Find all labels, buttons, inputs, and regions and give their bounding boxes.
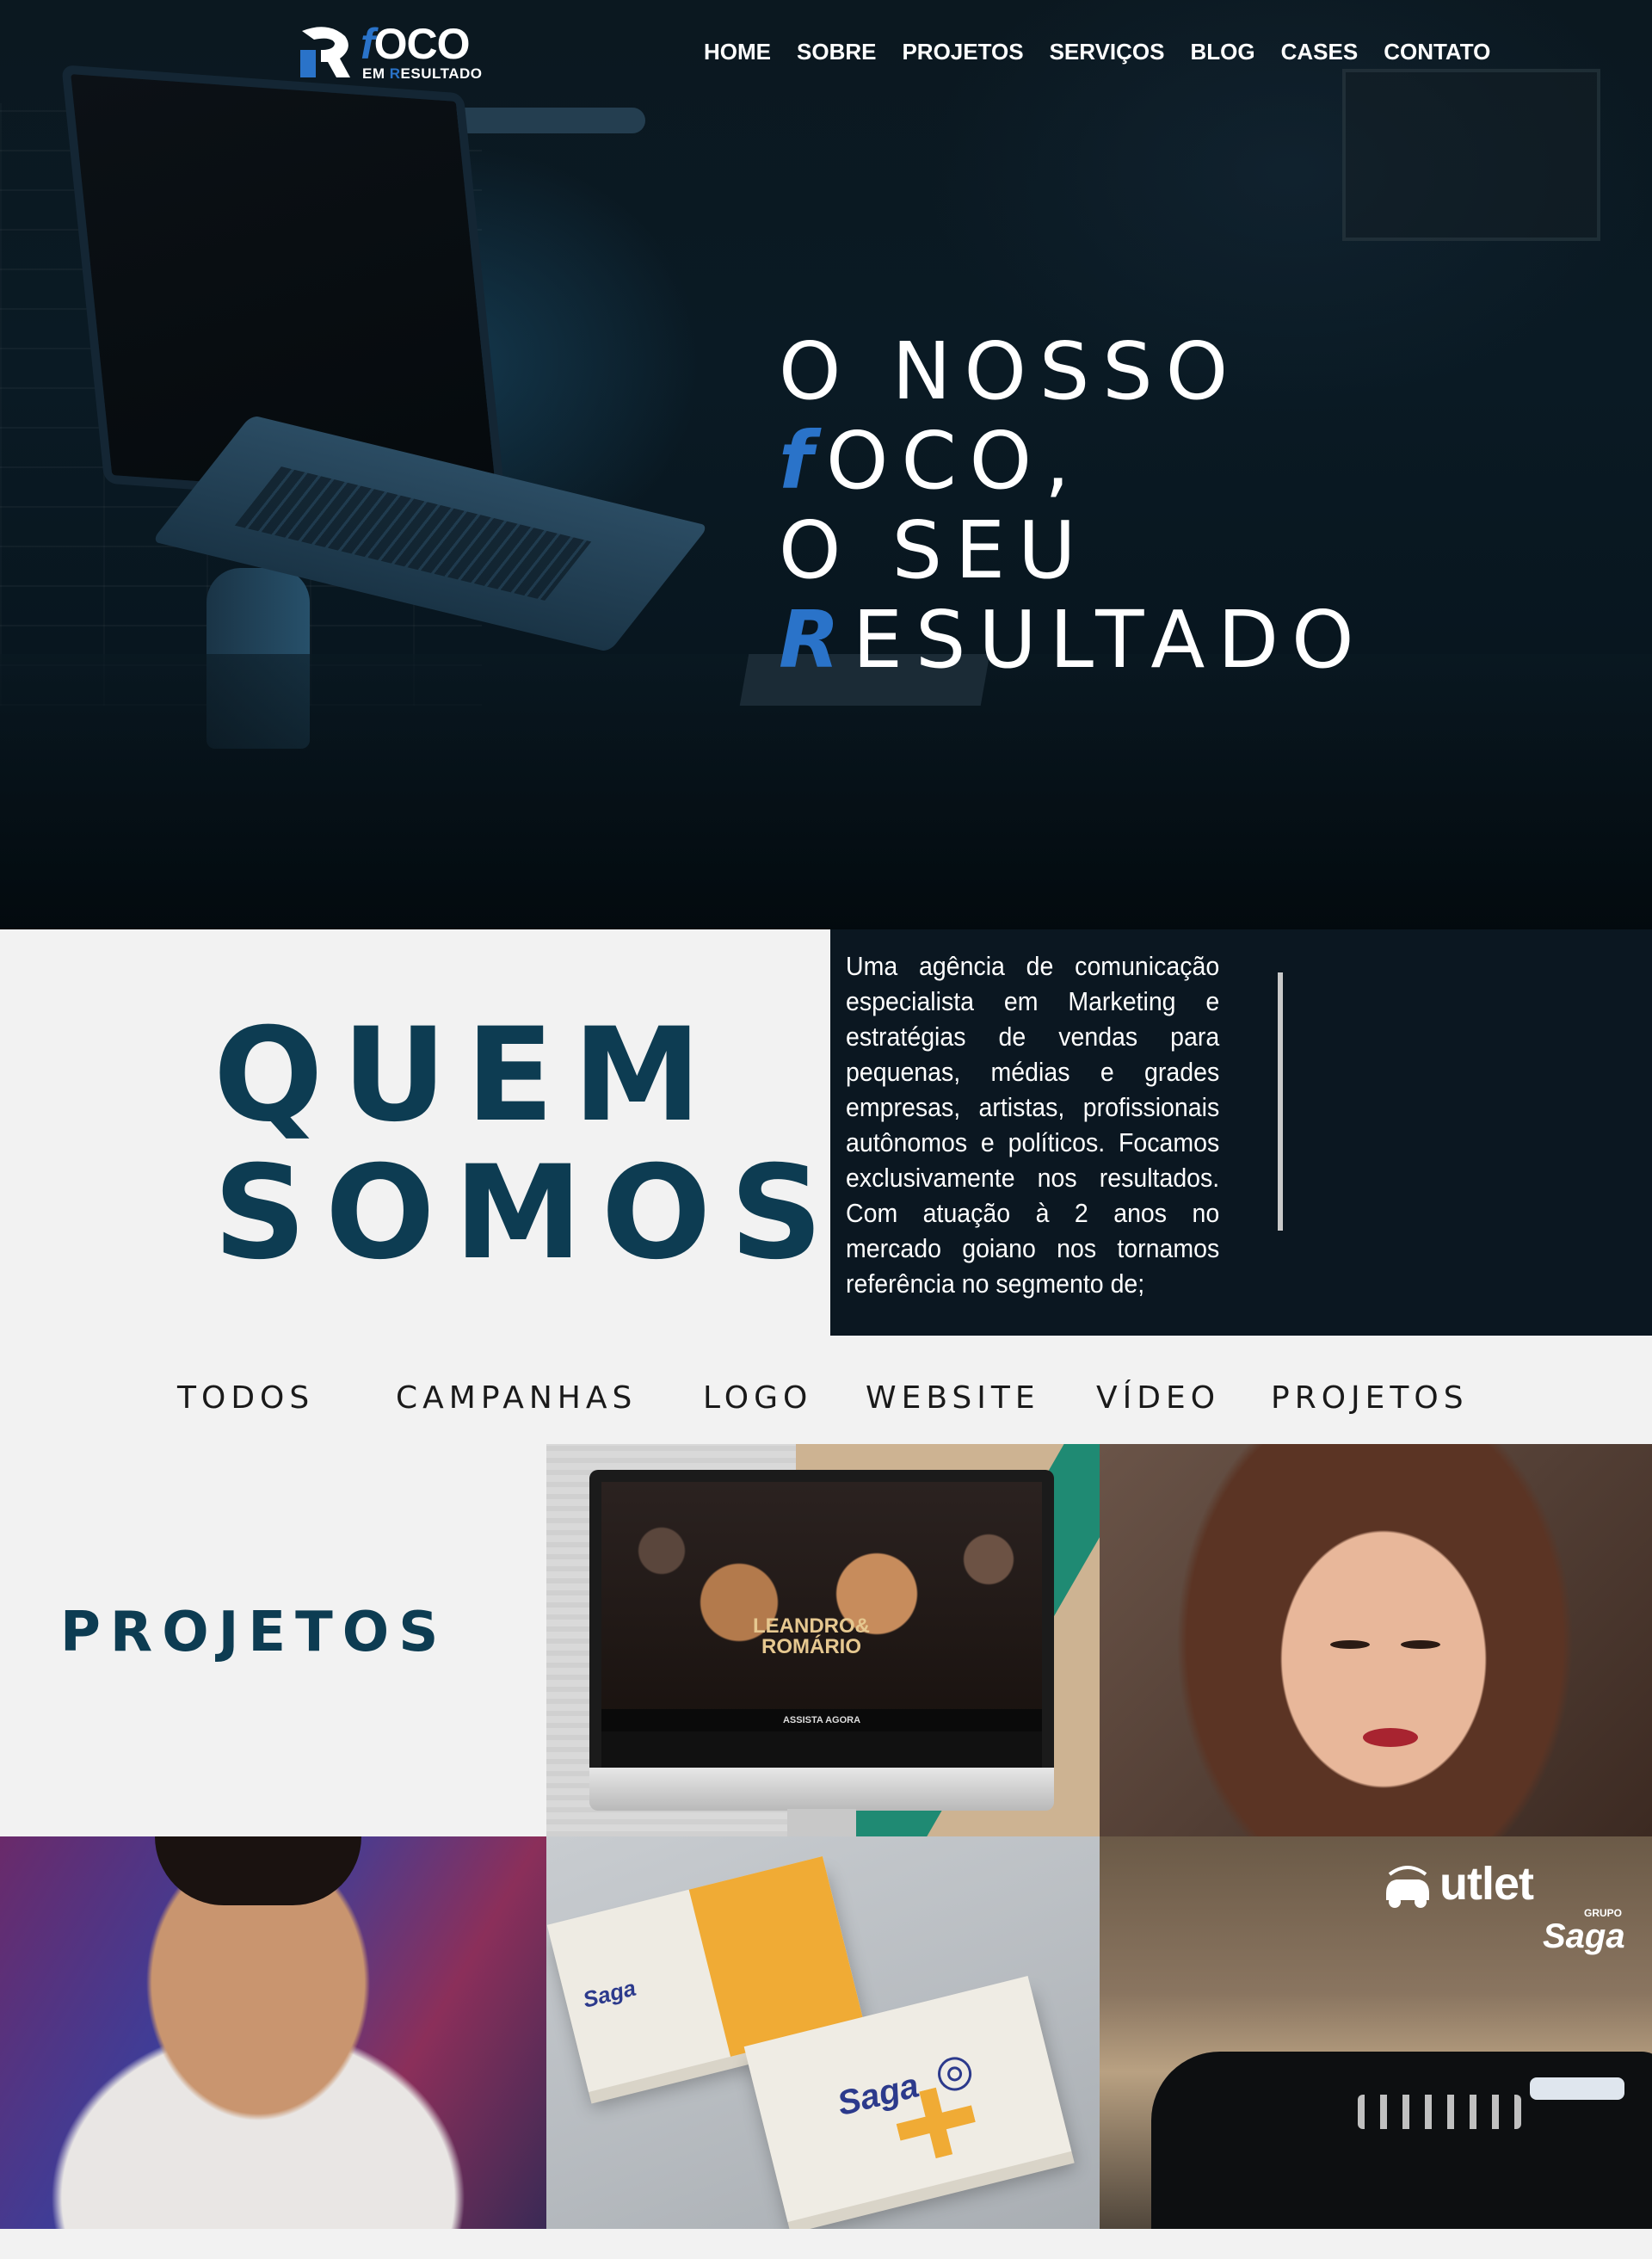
main-menu: HOME SOBRE PROJETOS SERVIÇOS BLOG CASES … [704, 36, 1490, 67]
top-nav: fOCO EM RESULTADO HOME SOBRE PROJETOS SE… [0, 0, 1652, 103]
monitor-stand [787, 1809, 856, 1836]
filter-video[interactable]: VÍDEO [1096, 1380, 1220, 1416]
logo-tagline-prefix: EM [362, 65, 390, 82]
project-filters: TODOS CAMPANHAS LOGO WEBSITE VÍDEO PROJE… [0, 1336, 1652, 1444]
hero-headline: O NOSSO fOCO, O SEU RESULTADO [779, 327, 1367, 685]
project-tile-business-cards[interactable]: Saga Saga [546, 1836, 1100, 2229]
logo-r-icon [300, 27, 350, 77]
portrait-eye-right [1401, 1640, 1440, 1649]
outlet-saga: Saga [1543, 1917, 1625, 1955]
nav-link-sobre[interactable]: SOBRE [797, 36, 876, 67]
portrait-lips [1363, 1728, 1418, 1747]
mockup-cta: ASSISTA AGORA [601, 1709, 1042, 1731]
logo-wordmark-rest: OCO [373, 20, 471, 68]
business-card-brand-small: Saga [580, 1974, 639, 2013]
about-title: QUEM SOMOS [213, 1007, 841, 1282]
filter-campanhas[interactable]: CAMPANHAS [396, 1380, 637, 1416]
projects-heading: PROJETOS [60, 1601, 448, 1664]
hero-headline-line-3: O SEU [779, 504, 1089, 596]
hero-headline-line-2: fOCO, [779, 417, 1367, 506]
hero-headline-accent-r: R [779, 594, 853, 686]
nav-link-contato[interactable]: CONTATO [1384, 36, 1490, 67]
outlet-word: utlet [1439, 1858, 1534, 1910]
hero-section: fOCO EM RESULTADO HOME SOBRE PROJETOS SE… [0, 0, 1652, 929]
hero-headline-line-2-rest: OCO, [826, 415, 1083, 507]
project-tile-website-mockup[interactable]: LEANDRO& ROMÁRIO ASSISTA AGORA [546, 1444, 1100, 1836]
logo-tagline-accent: R [389, 65, 401, 82]
filter-logo[interactable]: LOGO [703, 1380, 812, 1416]
hero-headline-line-4: RESULTADO [779, 596, 1367, 685]
outlet-logo: utlet GRUPO Saga [1386, 1858, 1625, 1955]
nav-link-projetos[interactable]: PROJETOS [902, 36, 1023, 67]
project-tile-singer[interactable] [0, 1836, 546, 2229]
portrait-eye-left [1330, 1640, 1370, 1649]
mockup-title-line-2: ROMÁRIO [761, 1635, 861, 1658]
bottom-strip [0, 2229, 1652, 2259]
project-grid: PROJETOS LEANDRO& ROMÁRIO ASSISTA AGORA … [0, 1444, 1652, 2229]
logo-tagline-rest: ESULTADO [400, 65, 483, 82]
nav-link-cases[interactable]: CASES [1281, 36, 1359, 67]
project-tile-portrait[interactable] [1100, 1444, 1652, 1836]
about-divider [1278, 972, 1283, 1231]
about-section: QUEM SOMOS Uma agência de comunicação es… [0, 929, 1652, 1336]
singer-hair [155, 1836, 361, 1905]
hero-headline-accent-f: f [779, 415, 827, 507]
monitor-chin [589, 1768, 1054, 1811]
nav-link-blog[interactable]: BLOG [1191, 36, 1255, 67]
nav-link-home[interactable]: HOME [704, 36, 771, 67]
mockup-title: LEANDRO& ROMÁRIO [753, 1616, 870, 1657]
mockup-title-line-1: LEANDRO& [753, 1614, 870, 1638]
site-logo[interactable]: fOCO EM RESULTADO [297, 21, 495, 89]
monitor-screen-image [601, 1482, 1042, 1731]
about-title-line-2: SOMOS [213, 1139, 842, 1288]
car-headlight [1530, 2077, 1624, 2100]
filter-todos[interactable]: TODOS [177, 1380, 314, 1416]
hero-headline-line-4-rest: ESULTADO [852, 594, 1367, 686]
filter-projetos[interactable]: PROJETOS [1271, 1380, 1469, 1416]
about-title-line-1: QUEM [213, 1001, 721, 1151]
about-description: Uma agência de comunicação especialista … [846, 951, 1220, 1299]
nav-link-servicos[interactable]: SERVIÇOS [1050, 36, 1165, 67]
hero-headline-line-1: O NOSSO [779, 325, 1242, 417]
project-tile-car[interactable]: utlet GRUPO Saga [1100, 1836, 1652, 2229]
about-panel: Uma agência de comunicação especialista … [830, 929, 1652, 1336]
car-grille [1358, 2095, 1521, 2129]
logo-wordmark: fOCO [361, 20, 471, 68]
logo-wordmark-accent: f [361, 20, 375, 68]
logo-tagline: EM RESULTADO [362, 65, 483, 83]
hero-lamp-head [447, 108, 645, 133]
filter-website[interactable]: WEBSITE [866, 1380, 1040, 1416]
car-icon [1386, 1866, 1429, 1908]
